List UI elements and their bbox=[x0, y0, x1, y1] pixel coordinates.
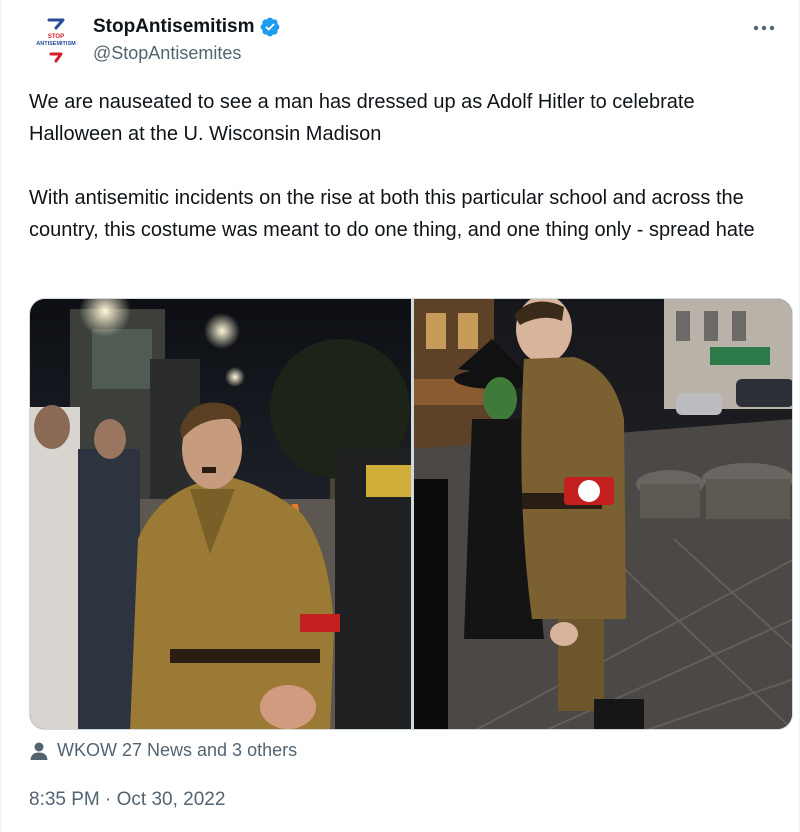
tweet-card: STOP ANTISEMITISM StopAntisemitism @Stop… bbox=[0, 0, 800, 832]
person-icon bbox=[30, 742, 48, 760]
tweet-text: We are nauseated to see a man has dresse… bbox=[29, 91, 755, 241]
svg-text:ANTISEMITISM: ANTISEMITISM bbox=[36, 41, 76, 47]
avatar[interactable]: STOP ANTISEMITISM bbox=[29, 14, 83, 68]
svg-text:STOP: STOP bbox=[48, 34, 64, 40]
tweet-media[interactable] bbox=[29, 298, 793, 730]
more-options-icon[interactable] bbox=[749, 16, 779, 40]
display-name-row: StopAntisemitism bbox=[93, 14, 281, 40]
author-handle[interactable]: @StopAntisemites bbox=[93, 43, 281, 64]
display-name[interactable]: StopAntisemitism bbox=[93, 16, 255, 38]
photo-right[interactable] bbox=[414, 299, 792, 729]
tagged-label: WKOW 27 News and 3 others bbox=[57, 740, 298, 760]
author-names: StopAntisemitism @StopAntisemites bbox=[93, 14, 281, 64]
tweet-timestamp[interactable]: 8:35 PM · Oct 30, 2022 bbox=[29, 789, 225, 811]
stopantisemitism-logo-icon: STOP ANTISEMITISM bbox=[36, 18, 76, 63]
tagged-users[interactable]: WKOW 27 News and 3 others bbox=[29, 740, 297, 761]
verified-badge-icon bbox=[260, 17, 279, 37]
photo-left[interactable] bbox=[30, 299, 411, 729]
tweet-header: STOP ANTISEMITISM StopAntisemitism @Stop… bbox=[25, 14, 779, 70]
